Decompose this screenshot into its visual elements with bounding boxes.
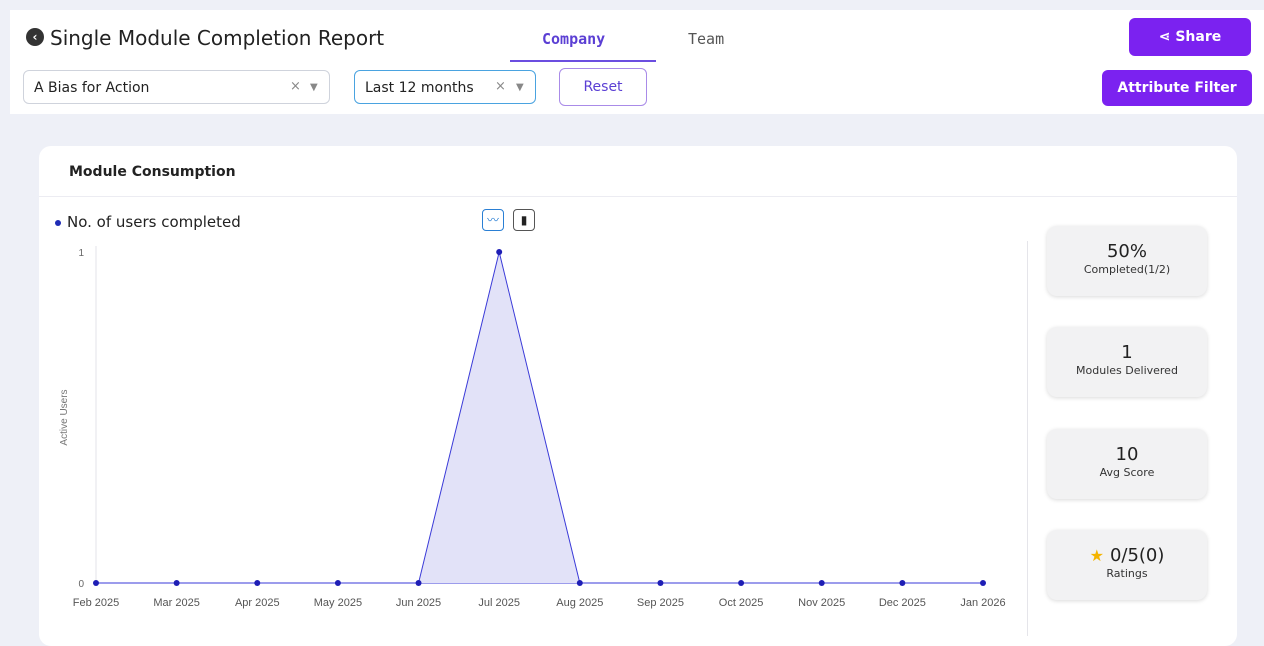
x-tick-label: Oct 2025 [719, 597, 764, 609]
attribute-filter-button[interactable]: Attribute Filter [1102, 70, 1252, 106]
share-button[interactable]: ⋖ Share [1129, 18, 1251, 56]
data-point [657, 580, 664, 586]
star-icon: ★ [1089, 546, 1104, 565]
data-point [93, 580, 99, 586]
stat-value: 50% [1106, 241, 1147, 262]
data-point [980, 580, 986, 586]
data-point [334, 580, 341, 586]
share-icon: ⋖ [1158, 29, 1176, 45]
clear-icon[interactable]: × [290, 79, 301, 94]
x-tick-label: May 2025 [314, 597, 362, 609]
header: ‹ Single Module Completion Report Compan… [10, 10, 1264, 63]
data-point [415, 580, 422, 586]
stat-label: Completed(1/2) [1083, 263, 1171, 276]
stat-modules-delivered: 1 Modules Delivered [1047, 327, 1207, 397]
x-tick-label: Jan 2026 [960, 597, 1005, 609]
x-tick-label: Mar 2025 [153, 597, 199, 609]
module-select-value: A Bias for Action [34, 80, 150, 96]
x-tick-label: Dec 2025 [879, 597, 926, 609]
stat-label: Ratings [1106, 567, 1148, 580]
chevron-down-icon[interactable]: ▼ [516, 82, 524, 93]
page-title: Single Module Completion Report [50, 26, 385, 50]
x-tick-label: Sep 2025 [637, 597, 684, 609]
x-tick-label: Nov 2025 [798, 597, 845, 609]
x-tick-label: Jul 2025 [478, 597, 520, 609]
tab-team[interactable]: Team [688, 30, 724, 48]
divider [1027, 241, 1028, 636]
x-tick-label: Feb 2025 [73, 597, 119, 609]
stat-completed: 50% Completed(1/2) [1047, 226, 1207, 296]
stat-label: Modules Delivered [1076, 364, 1178, 377]
chevron-down-icon[interactable]: ▼ [310, 82, 318, 93]
data-point [173, 580, 180, 586]
module-select[interactable]: A Bias for Action × ▼ [23, 70, 330, 104]
stat-label: Avg Score [1099, 466, 1155, 479]
ratings-value: 0/5(0) [1109, 545, 1165, 566]
reset-button[interactable]: Reset [559, 68, 647, 106]
period-select-value: Last 12 months [365, 80, 474, 96]
y-axis-label: Active Users [59, 389, 70, 445]
chart: 0 1 Active Users Feb 2025 Mar 2025 Apr 2025 Ma… [59, 246, 1006, 609]
back-icon[interactable]: ‹ [26, 28, 44, 46]
x-tick-label: Aug 2025 [556, 597, 603, 609]
data-point [818, 580, 825, 586]
stat-value: 10 [1115, 444, 1139, 465]
data-point [254, 580, 261, 586]
y-tick-label: 1 [78, 248, 84, 259]
data-point [576, 580, 583, 586]
filter-bar: A Bias for Action × ▼ Last 12 months × ▼… [10, 62, 1264, 114]
stat-value: 1 [1121, 342, 1133, 363]
period-select[interactable]: Last 12 months × ▼ [354, 70, 536, 104]
data-point [899, 580, 906, 586]
stat-ratings: ★ 0/5(0) Ratings [1047, 530, 1207, 600]
data-point [496, 249, 503, 255]
x-tick-label: Apr 2025 [235, 597, 280, 609]
stat-value: ★ 0/5(0) [1047, 545, 1207, 566]
x-tick-label: Jun 2025 [396, 597, 441, 609]
tab-company[interactable]: Company [542, 30, 605, 48]
share-label: Share [1175, 29, 1222, 45]
clear-icon[interactable]: × [495, 79, 506, 94]
data-point [738, 580, 745, 586]
module-consumption-card: Module Consumption No. of users complete… [39, 146, 1237, 646]
y-tick-label: 0 [78, 579, 84, 590]
stat-avg-score: 10 Avg Score [1047, 429, 1207, 499]
